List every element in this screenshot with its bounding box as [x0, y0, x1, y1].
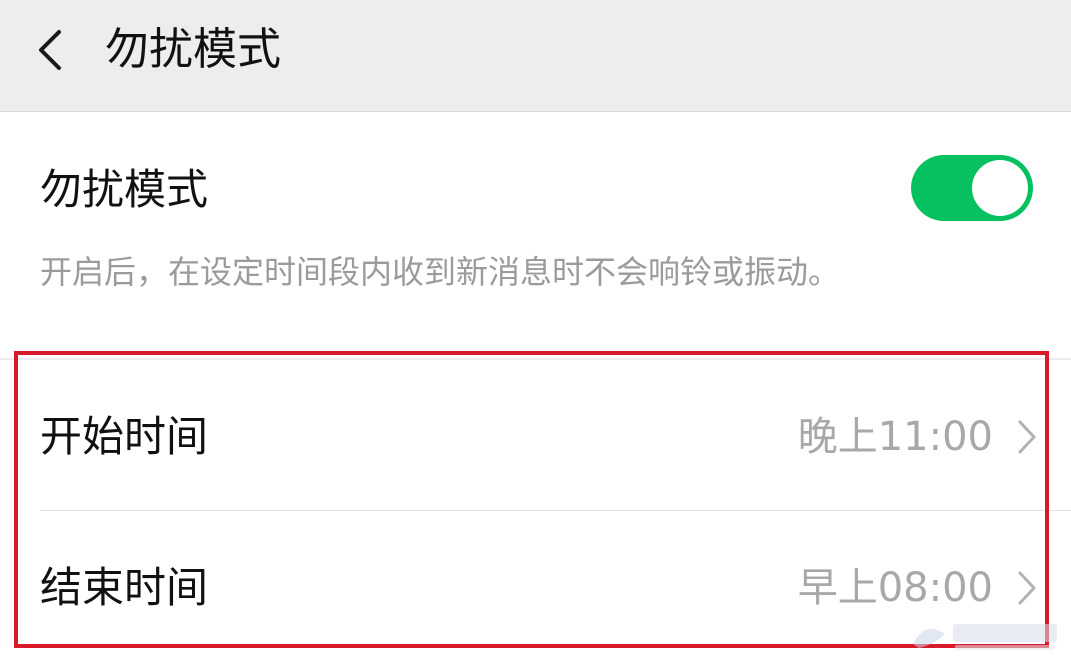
- page-title: 勿扰模式: [105, 24, 281, 75]
- section-divider: [0, 358, 1071, 360]
- dnd-label: 勿扰模式: [40, 165, 209, 214]
- dnd-description: 开启后，在设定时间段内收到新消息时不会响铃或振动。: [40, 253, 841, 291]
- end-time-value: 早上08:00: [797, 565, 993, 611]
- chevron-right-icon: [1018, 571, 1036, 605]
- end-time-row[interactable]: 结束时间 早上08:00: [0, 513, 1071, 660]
- dnd-settings-page: 勿扰模式 勿扰模式 开启后，在设定时间段内收到新消息时不会响铃或振动。 开始时间…: [0, 0, 1071, 660]
- start-time-row[interactable]: 开始时间 晚上11:00: [0, 362, 1071, 512]
- dnd-setting-row: 勿扰模式: [0, 112, 1071, 232]
- end-time-label: 结束时间: [40, 563, 209, 612]
- chevron-left-icon: [39, 30, 61, 70]
- dnd-toggle[interactable]: [911, 155, 1033, 221]
- chevron-right-icon: [1018, 420, 1036, 454]
- toggle-knob: [972, 160, 1028, 216]
- back-button[interactable]: [22, 22, 78, 78]
- start-time-value: 晚上11:00: [797, 414, 993, 460]
- row-divider: [40, 510, 1071, 511]
- top-bar: 勿扰模式: [0, 0, 1071, 112]
- start-time-label: 开始时间: [40, 412, 209, 461]
